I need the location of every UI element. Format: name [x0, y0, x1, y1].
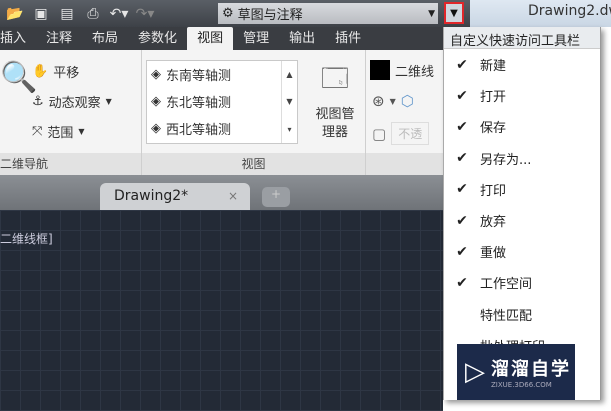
check-icon: ✔ [456, 56, 468, 73]
tab-plugins[interactable]: 插件 [325, 27, 371, 50]
open-icon[interactable]: 📂 [6, 6, 24, 22]
sphere-icon: ⊛ [372, 92, 385, 110]
xray-button[interactable]: ▢ 不透 [372, 122, 430, 145]
view-manager-button[interactable]: 🗔 视图管理器 [310, 60, 360, 142]
drawing-canvas[interactable]: 二维线框] [0, 210, 443, 411]
menu-item[interactable]: ✔ 打开 [444, 80, 600, 111]
chevron-down-icon: ▼ [428, 8, 435, 19]
visual-styles-panel: 二维线 ⊛ ▼ ⬡ ▢ 不透 [366, 50, 443, 175]
document-tabs: Drawing2* × + [0, 175, 443, 210]
check-icon: ✔ [456, 181, 468, 198]
tab-view[interactable]: 视图 [187, 27, 234, 50]
chevron-down-icon: ▼ [450, 7, 458, 19]
print-icon[interactable]: ⎙ [84, 6, 102, 22]
view-list: ◈ 东南等轴测 ◈ 东北等轴测 ◈ 西北等轴测 ▲ ▼ ▾ [146, 60, 298, 144]
gear-icon: ⚙ [222, 6, 234, 21]
xray-icon: ▢ [372, 124, 387, 143]
cube-icon: ◈ [151, 94, 161, 109]
tab-layout[interactable]: 布局 [82, 27, 128, 50]
panel-label [366, 153, 443, 175]
check-icon: ✔ [456, 118, 468, 135]
ribbon-tabs: 插入 注释 布局 参数化 视图 管理 输出 插件 [0, 27, 443, 50]
menu-item[interactable]: ✔ 打印 [444, 174, 600, 205]
visual-style-dropdown[interactable]: 二维线 [370, 60, 434, 80]
menu-item[interactable]: 特性匹配 [444, 299, 600, 330]
style-preview-icon [370, 60, 390, 80]
save-icon[interactable]: ▣ [32, 6, 50, 22]
orbit-button[interactable]: ⚓ 动态观察 ▼ [32, 92, 112, 111]
customize-qat-button[interactable]: ▼ [444, 2, 464, 24]
check-icon: ✔ [456, 274, 468, 291]
menu-item[interactable]: ✔ 重做 [444, 236, 600, 267]
view-item[interactable]: ◈ 东南等轴测 [147, 61, 297, 88]
cube-icon: ◈ [151, 67, 161, 82]
pan-button[interactable]: ✋ 平移 [32, 62, 79, 81]
check-icon: ✔ [456, 243, 468, 260]
watermark: ▷ 溜溜自学 ZIXUE.3D66.COM [457, 344, 575, 400]
view-item[interactable]: ◈ 西北等轴测 [147, 115, 297, 142]
menu-item[interactable]: ✔ 新建 [444, 49, 600, 80]
tab-annotate[interactable]: 注释 [36, 27, 82, 50]
menu-header: 自定义快速访问工具栏 [444, 27, 600, 49]
play-icon: ▷ [465, 357, 485, 387]
menu-item[interactable]: ✔ 另存为... [444, 143, 600, 174]
views-panel: ◈ 东南等轴测 ◈ 东北等轴测 ◈ 西北等轴测 ▲ ▼ ▾ 🗔 视图管理器 视图 [142, 50, 366, 175]
hand-icon: ✋ [32, 64, 49, 79]
menu-item[interactable]: ✔ 放弃 [444, 205, 600, 236]
check-icon: ✔ [456, 87, 468, 104]
visual-style-label[interactable]: 二维线框] [0, 230, 53, 247]
box-icon: ⬡ [400, 92, 414, 110]
view-manager-icon: 🗔 [320, 64, 350, 94]
orbit-icon: ⚓ [32, 94, 44, 109]
tab-insert[interactable]: 插入 [0, 27, 36, 50]
view-list-scrollbar[interactable]: ▲ ▼ ▾ [281, 61, 297, 143]
panel-label: 视图 [142, 153, 365, 175]
undo-icon[interactable]: ↶▾ [110, 6, 129, 22]
nav-panel: 🔍 ✋ 平移 ⚓ 动态观察 ▼ ⤧ 范围 ▼ 二维导航 [0, 50, 142, 175]
cube-icon: ◈ [151, 121, 161, 136]
close-icon[interactable]: × [228, 189, 238, 203]
saveas-icon[interactable]: ▤ [58, 6, 76, 22]
menu-item[interactable]: ✔ 保存 [444, 111, 600, 142]
new-tab-button[interactable]: + [262, 187, 290, 207]
window-title: Drawing2.dwg [470, 0, 611, 27]
redo-icon[interactable]: ↷▾ [136, 6, 155, 22]
doc-tab-drawing2[interactable]: Drawing2* × [100, 183, 250, 210]
tab-parametric[interactable]: 参数化 [128, 27, 187, 50]
workspace-dropdown[interactable]: ⚙ 草图与注释 ▼ [218, 3, 438, 24]
extents-icon: ⤧ [32, 124, 43, 139]
shading-button[interactable]: ⊛ ▼ ⬡ [372, 92, 414, 110]
menu-item[interactable]: ✔ 工作空间 [444, 267, 600, 298]
tab-manage[interactable]: 管理 [233, 27, 279, 50]
check-icon: ✔ [456, 150, 468, 167]
extents-button[interactable]: ⤧ 范围 ▼ [32, 122, 85, 141]
panel-label: 二维导航 [0, 153, 141, 175]
tab-output[interactable]: 输出 [279, 27, 325, 50]
check-icon: ✔ [456, 212, 468, 229]
ribbon: 🔍 ✋ 平移 ⚓ 动态观察 ▼ ⤧ 范围 ▼ 二维导航 ◈ 东南等轴测 ◈ 东北等轴测 ◈ 西北… [0, 50, 443, 175]
view-item[interactable]: ◈ 东北等轴测 [147, 88, 297, 115]
